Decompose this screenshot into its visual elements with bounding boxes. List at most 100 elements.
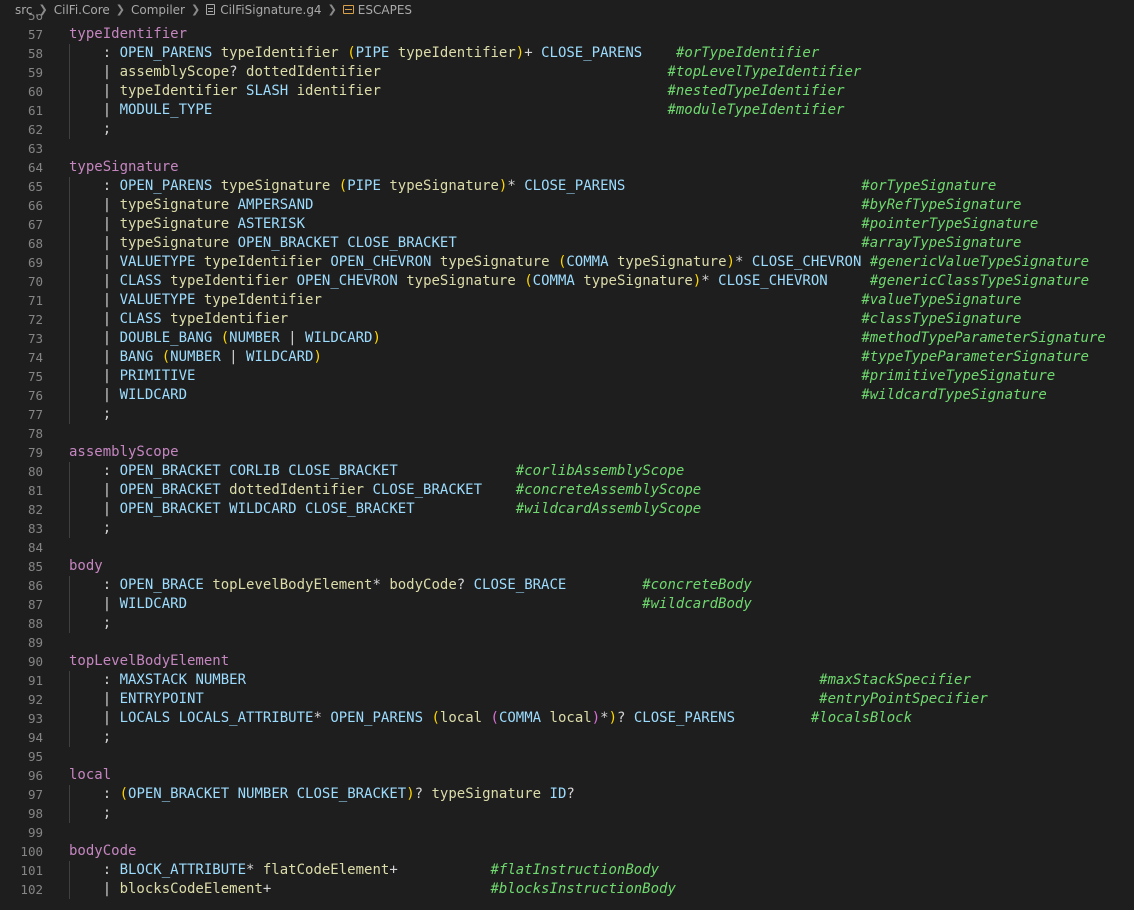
- code-line[interactable]: 79 assemblyScope: [0, 443, 1134, 462]
- code-line[interactable]: 89: [0, 633, 1134, 652]
- code-text: | CLASS typeIdentifier #classTypeSignatu…: [69, 311, 1022, 327]
- code-line[interactable]: 69 | VALUETYPE typeIdentifier OPEN_CHEVR…: [0, 253, 1134, 272]
- line-number: 59: [27, 65, 43, 80]
- line-number: 88: [27, 616, 43, 631]
- code-line[interactable]: 74 | BANG (NUMBER | WILDCARD) #typeTypeP…: [0, 348, 1134, 367]
- line-number: 65: [27, 179, 43, 194]
- code-text: typeSignature: [69, 159, 179, 175]
- code-line[interactable]: 83 ;: [0, 519, 1134, 538]
- code-line[interactable]: 63: [0, 139, 1134, 158]
- code-line[interactable]: 75 | PRIMITIVE #primitiveTypeSignature: [0, 367, 1134, 386]
- code-text: | typeSignature ASTERISK #pointerTypeSig…: [69, 216, 1039, 232]
- line-number: 90: [27, 654, 43, 669]
- line-number: 84: [27, 540, 43, 555]
- code-line[interactable]: 68 | typeSignature OPEN_BRACKET CLOSE_BR…: [0, 234, 1134, 253]
- code-line[interactable]: 56: [0, 14, 1134, 25]
- code-text: : BLOCK_ATTRIBUTE* flatCodeElement+ #fla…: [69, 862, 660, 878]
- code-line[interactable]: 102 | blocksCodeElement+ #blocksInstruct…: [0, 880, 1134, 899]
- code-line[interactable]: 88 ;: [0, 614, 1134, 633]
- code-line[interactable]: 71 | VALUETYPE typeIdentifier #valueType…: [0, 291, 1134, 310]
- line-number: 66: [27, 198, 43, 213]
- code-line[interactable]: 94 ;: [0, 728, 1134, 747]
- code-line[interactable]: 77 ;: [0, 405, 1134, 424]
- code-text: ;: [69, 121, 112, 137]
- code-line[interactable]: 76 | WILDCARD #wildcardTypeSignature: [0, 386, 1134, 405]
- code-text: | typeSignature AMPERSAND #byRefTypeSign…: [69, 197, 1022, 213]
- code-text: | OPEN_BRACKET dottedIdentifier CLOSE_BR…: [69, 482, 702, 498]
- code-line[interactable]: 91 : MAXSTACK NUMBER #maxStackSpecifier: [0, 671, 1134, 690]
- code-line[interactable]: 92 | ENTRYPOINT #entryPointSpecifier: [0, 690, 1134, 709]
- code-line[interactable]: 93 | LOCALS LOCALS_ATTRIBUTE* OPEN_PAREN…: [0, 709, 1134, 728]
- line-number: 72: [27, 312, 43, 327]
- code-text: topLevelBodyElement: [69, 653, 230, 669]
- line-number: 89: [27, 635, 43, 650]
- line-number: 87: [27, 597, 43, 612]
- code-text: ;: [69, 805, 112, 821]
- line-number: 74: [27, 350, 43, 365]
- code-text: | OPEN_BRACKET WILDCARD CLOSE_BRACKET #w…: [69, 501, 702, 517]
- code-line[interactable]: 96 local: [0, 766, 1134, 785]
- line-number: 96: [27, 768, 43, 783]
- code-line[interactable]: 87 | WILDCARD #wildcardBody: [0, 595, 1134, 614]
- code-text: | ENTRYPOINT #entryPointSpecifier: [69, 691, 988, 707]
- code-line[interactable]: 72 | CLASS typeIdentifier #classTypeSign…: [0, 310, 1134, 329]
- line-number: 71: [27, 293, 43, 308]
- line-number: 93: [27, 711, 43, 726]
- line-number: 83: [27, 521, 43, 536]
- code-text: : OPEN_PARENS typeIdentifier (PIPE typeI…: [69, 45, 820, 61]
- code-text: bodyCode: [69, 843, 137, 859]
- code-line[interactable]: 67 | typeSignature ASTERISK #pointerType…: [0, 215, 1134, 234]
- code-line[interactable]: 59 | assemblyScope? dottedIdentifier #to…: [0, 63, 1134, 82]
- line-number: 67: [27, 217, 43, 232]
- code-line[interactable]: 95: [0, 747, 1134, 766]
- code-line[interactable]: 98 ;: [0, 804, 1134, 823]
- code-line[interactable]: 60 | typeIdentifier SLASH identifier #ne…: [0, 82, 1134, 101]
- line-number: 85: [27, 559, 43, 574]
- code-line[interactable]: 97 : (OPEN_BRACKET NUMBER CLOSE_BRACKET)…: [0, 785, 1134, 804]
- code-text: : (OPEN_BRACKET NUMBER CLOSE_BRACKET)? t…: [69, 786, 575, 802]
- code-text: ;: [69, 520, 112, 536]
- line-number: 64: [27, 160, 43, 175]
- code-text: : OPEN_BRACE topLevelBodyElement* bodyCo…: [69, 577, 752, 593]
- code-line[interactable]: 82 | OPEN_BRACKET WILDCARD CLOSE_BRACKET…: [0, 500, 1134, 519]
- code-line[interactable]: 57 typeIdentifier: [0, 25, 1134, 44]
- line-number: 79: [27, 445, 43, 460]
- code-line[interactable]: 64 typeSignature: [0, 158, 1134, 177]
- code-editor[interactable]: 56 57 typeIdentifier 58 : OPEN_PARENS typeI…: [0, 14, 1134, 899]
- line-number: 78: [27, 426, 43, 441]
- code-text: | blocksCodeElement+ #blocksInstructionB…: [69, 881, 676, 897]
- code-line[interactable]: 80 : OPEN_BRACKET CORLIB CLOSE_BRACKET #…: [0, 462, 1134, 481]
- code-line[interactable]: 86 : OPEN_BRACE topLevelBodyElement* bod…: [0, 576, 1134, 595]
- line-number: 77: [27, 407, 43, 422]
- code-line[interactable]: 58 : OPEN_PARENS typeIdentifier (PIPE ty…: [0, 44, 1134, 63]
- code-line[interactable]: 61 | MODULE_TYPE #moduleTypeIdentifier: [0, 101, 1134, 120]
- code-line[interactable]: 90 topLevelBodyElement: [0, 652, 1134, 671]
- line-number: 75: [27, 369, 43, 384]
- code-line[interactable]: 66 | typeSignature AMPERSAND #byRefTypeS…: [0, 196, 1134, 215]
- code-line[interactable]: 85 body: [0, 557, 1134, 576]
- code-line[interactable]: 100 bodyCode: [0, 842, 1134, 861]
- code-text: body: [69, 558, 103, 574]
- code-text: : OPEN_PARENS typeSignature (PIPE typeSi…: [69, 178, 997, 194]
- code-text: ;: [69, 615, 112, 631]
- code-line[interactable]: 99: [0, 823, 1134, 842]
- code-line[interactable]: 73 | DOUBLE_BANG (NUMBER | WILDCARD) #me…: [0, 329, 1134, 348]
- code-line[interactable]: 84: [0, 538, 1134, 557]
- line-number: 58: [27, 46, 43, 61]
- code-text: ;: [69, 729, 112, 745]
- code-line[interactable]: 81 | OPEN_BRACKET dottedIdentifier CLOSE…: [0, 481, 1134, 500]
- line-number: 101: [20, 863, 43, 878]
- code-text: | VALUETYPE typeIdentifier OPEN_CHEVRON …: [69, 254, 1090, 270]
- code-line[interactable]: 78: [0, 424, 1134, 443]
- code-line[interactable]: 65 : OPEN_PARENS typeSignature (PIPE typ…: [0, 177, 1134, 196]
- code-line[interactable]: 62 ;: [0, 120, 1134, 139]
- line-number: 98: [27, 806, 43, 821]
- line-number: 81: [27, 483, 43, 498]
- code-text: : MAXSTACK NUMBER #maxStackSpecifier: [69, 672, 971, 688]
- code-text: : OPEN_BRACKET CORLIB CLOSE_BRACKET #cor…: [69, 463, 685, 479]
- line-number: 97: [27, 787, 43, 802]
- code-text: | typeIdentifier SLASH identifier #neste…: [69, 83, 845, 99]
- line-number: 100: [20, 844, 43, 859]
- code-line[interactable]: 101 : BLOCK_ATTRIBUTE* flatCodeElement+ …: [0, 861, 1134, 880]
- code-line[interactable]: 70 | CLASS typeIdentifier OPEN_CHEVRON t…: [0, 272, 1134, 291]
